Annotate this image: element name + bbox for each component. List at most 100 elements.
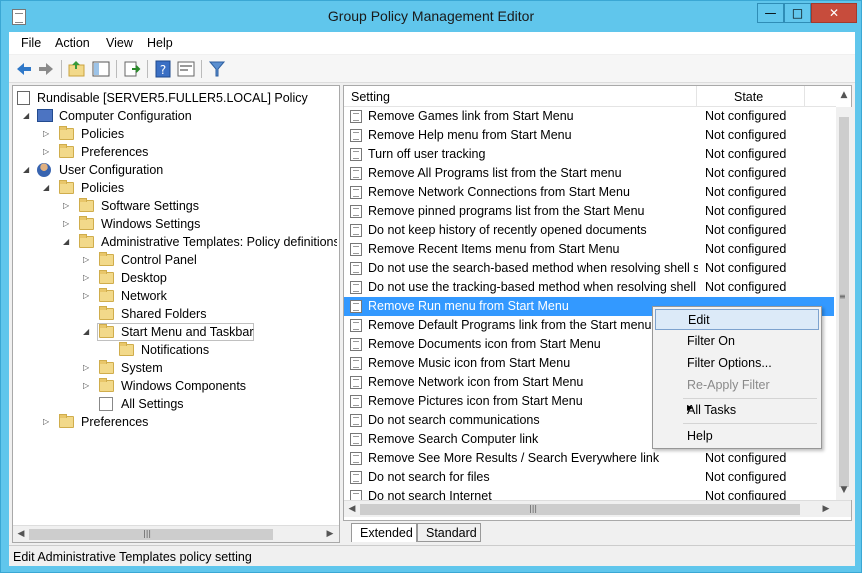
expand-icon[interactable]: ▷ [83, 292, 90, 300]
table-row[interactable]: Remove Recent Items menu from Start Menu… [344, 240, 834, 259]
scroll-down-icon[interactable]: ▼ [839, 485, 849, 495]
table-row[interactable]: Remove See More Results / Search Everywh… [344, 449, 834, 468]
expand-icon[interactable]: ▷ [63, 202, 70, 210]
setting-name: Remove Music icon from Start Menu [368, 356, 571, 370]
properties-icon[interactable] [176, 59, 196, 79]
context-filter-options[interactable]: Filter Options... [655, 353, 819, 374]
collapse-icon[interactable]: ◢ [43, 184, 50, 192]
setting-name: Remove All Programs list from the Start … [368, 166, 622, 180]
folder-icon [59, 414, 74, 428]
setting-name: Remove Network Connections from Start Me… [368, 185, 630, 199]
expand-icon[interactable]: ▷ [43, 130, 50, 138]
table-row[interactable]: Remove All Programs list from the Start … [344, 164, 834, 183]
column-setting[interactable]: Setting [351, 90, 390, 104]
table-row[interactable]: Do not keep history of recently opened d… [344, 221, 834, 240]
table-row[interactable]: Remove Games link from Start Menu Not con… [344, 107, 834, 126]
column-state[interactable]: State [734, 90, 763, 104]
close-button[interactable]: ✕ [811, 3, 857, 23]
settings-list-pane[interactable]: Setting State Remove Games link from Sta… [343, 85, 852, 521]
expand-icon[interactable]: ▷ [83, 274, 90, 282]
table-row[interactable]: Do not search for files Not configured [344, 468, 834, 487]
menu-view[interactable]: View [106, 36, 133, 50]
table-row[interactable]: Remove Help menu from Start Menu Not conf… [344, 126, 834, 145]
show-hide-tree-icon[interactable] [91, 59, 111, 79]
maximize-button[interactable]: □ [784, 3, 811, 23]
policy-setting-icon [350, 300, 362, 313]
policy-setting-icon [350, 167, 362, 180]
list-vertical-scrollbar[interactable]: ▲ ≡ ▼ [836, 90, 852, 500]
table-row[interactable]: Turn off user tracking Not configured [344, 145, 834, 164]
folder-icon [59, 180, 74, 194]
svg-text:?: ? [160, 63, 166, 77]
context-all-tasks[interactable]: All Tasks ▶ [655, 400, 819, 421]
table-row[interactable]: Do not use the tracking-based method whe… [344, 278, 834, 297]
setting-name: Remove Search Computer link [368, 432, 539, 446]
expand-icon[interactable]: ▷ [63, 220, 70, 228]
expand-icon[interactable]: ▷ [43, 418, 50, 426]
grip-icon: ≡ [839, 292, 846, 301]
folder-icon [99, 270, 114, 284]
collapse-icon[interactable]: ◢ [23, 166, 30, 174]
tab-extended[interactable]: Extended [351, 523, 417, 542]
collapse-icon[interactable]: ◢ [23, 112, 30, 120]
tree-node-admin-templates[interactable]: ◢ Administrative Templates: Policy defin… [17, 233, 337, 251]
list-header: Setting State [344, 86, 836, 107]
scroll-right-icon[interactable]: ▶ [821, 504, 831, 514]
context-help[interactable]: Help [655, 426, 819, 447]
setting-state: Not configured [705, 166, 787, 180]
minimize-button[interactable]: — [757, 3, 784, 23]
tab-standard[interactable]: Standard [417, 523, 481, 542]
policy-setting-icon [350, 205, 362, 218]
setting-state: Not configured [705, 261, 787, 275]
scroll-right-icon[interactable]: ▶ [325, 529, 335, 539]
expand-icon[interactable]: ▷ [83, 364, 90, 372]
scroll-up-icon[interactable]: ▲ [839, 90, 849, 100]
tree-pane[interactable]: Rundisable [SERVER5.FULLER5.LOCAL] Polic… [12, 85, 340, 543]
setting-name: Remove Documents icon from Start Menu [368, 337, 601, 351]
expand-icon[interactable]: ▷ [83, 256, 90, 264]
folder-icon [99, 306, 114, 320]
forward-icon[interactable] [36, 59, 56, 79]
setting-state: Not configured [705, 470, 787, 484]
context-edit[interactable]: Edit [655, 309, 819, 330]
setting-state: Not configured [705, 185, 787, 199]
client-area: File Action View Help ? Rundisable [SERV… [9, 32, 855, 566]
setting-name: Do not search for files [368, 470, 490, 484]
title-bar[interactable]: Group Policy Management Editor — □ ✕ [1, 1, 861, 33]
table-row[interactable]: Remove pinned programs list from the Sta… [344, 202, 834, 221]
tree-horizontal-scrollbar[interactable]: ◀ ||| ▶ [13, 525, 339, 542]
context-filter-on[interactable]: Filter On [655, 331, 819, 352]
policy-setting-icon [350, 471, 362, 484]
menu-help[interactable]: Help [147, 36, 173, 50]
expand-icon[interactable]: ▷ [83, 382, 90, 390]
policy-setting-icon [350, 224, 362, 237]
scroll-left-icon[interactable]: ◀ [347, 504, 357, 514]
collapse-icon[interactable]: ◢ [63, 238, 70, 246]
menu-action[interactable]: Action [55, 36, 90, 50]
list-horizontal-scrollbar[interactable]: ◀ ||| ▶ [344, 500, 851, 517]
export-list-icon[interactable] [122, 59, 142, 79]
scroll-left-icon[interactable]: ◀ [16, 529, 26, 539]
setting-state: Not configured [705, 489, 787, 500]
expand-icon[interactable]: ▷ [43, 148, 50, 156]
policy-setting-icon [350, 433, 362, 446]
folder-icon [59, 126, 74, 140]
menu-file[interactable]: File [21, 36, 41, 50]
scrollbar-thumb[interactable] [360, 504, 800, 515]
up-folder-icon[interactable] [67, 59, 87, 79]
table-row[interactable]: Do not search Internet Not configured [344, 487, 834, 500]
scrollbar-thumb[interactable] [839, 117, 849, 487]
submenu-arrow-icon: ▶ [687, 403, 694, 412]
table-row[interactable]: Do not use the search-based method when … [344, 259, 834, 278]
setting-state: Not configured [705, 204, 787, 218]
folder-icon [99, 252, 114, 266]
filter-icon[interactable] [207, 59, 227, 79]
setting-state: Not configured [705, 128, 787, 142]
policy-setting-icon [350, 110, 362, 123]
help-icon[interactable]: ? [153, 59, 173, 79]
back-icon[interactable] [14, 59, 34, 79]
table-row[interactable]: Remove Network Connections from Start Me… [344, 183, 834, 202]
collapse-icon[interactable]: ◢ [83, 328, 90, 336]
all-settings-icon [99, 397, 113, 411]
grip-icon: ||| [529, 504, 538, 513]
